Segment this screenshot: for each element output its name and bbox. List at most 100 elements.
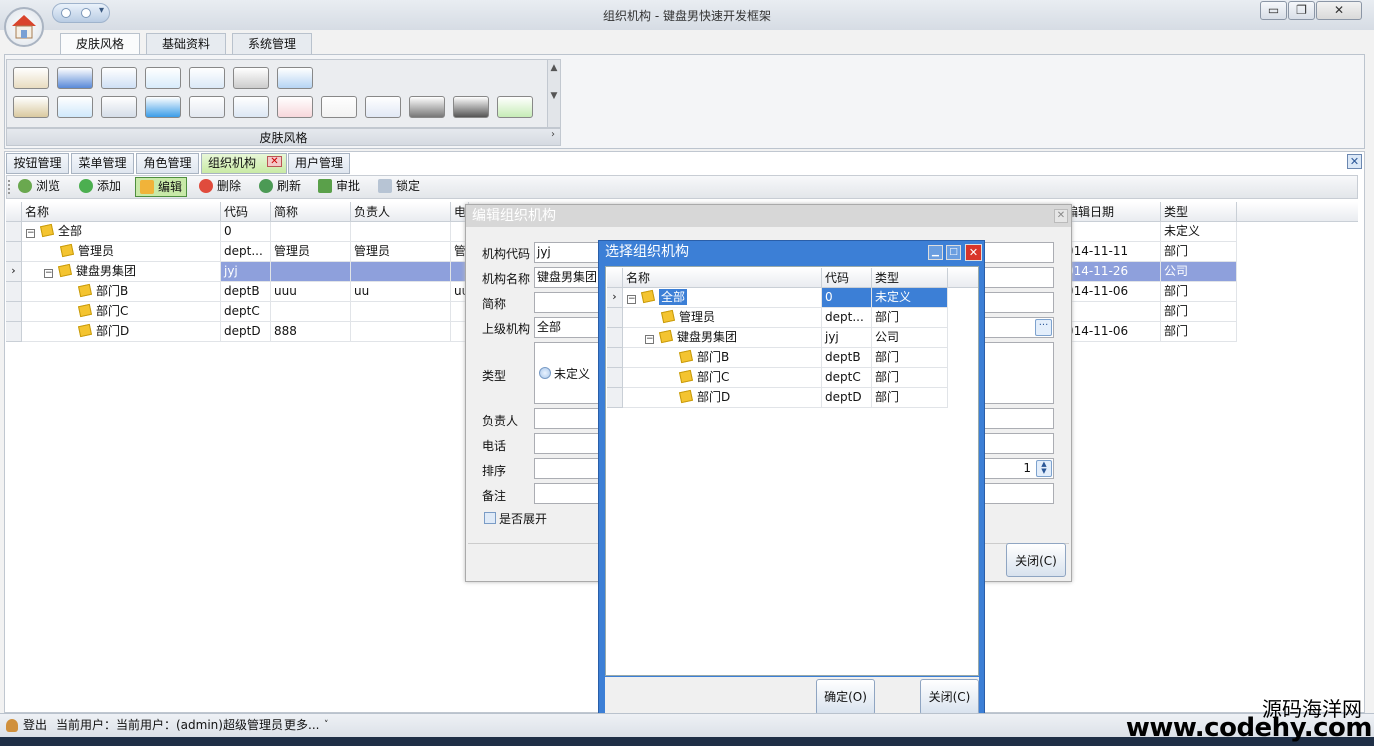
select-dialog-close-button[interactable]: 关闭(C)	[920, 679, 979, 715]
quick-undo-icon[interactable]	[81, 8, 91, 18]
row-indicator[interactable]	[6, 222, 22, 242]
skin-swatch[interactable]	[365, 96, 401, 118]
delete-button[interactable]: 删除	[195, 177, 251, 197]
skin-swatch[interactable]	[189, 96, 225, 118]
table-row-name[interactable]: − 全部	[22, 222, 221, 242]
select-dialog-close-icon[interactable]: ✕	[965, 244, 982, 261]
scroll-down-icon[interactable]: ▼	[548, 91, 560, 101]
table-row-name[interactable]: 管理员	[22, 242, 221, 262]
tab-menu-management[interactable]: 菜单管理	[71, 153, 134, 174]
quick-access-toolbar[interactable]: ▾	[52, 3, 110, 23]
skin-swatch[interactable]	[409, 96, 445, 118]
select-row-name[interactable]: 部门B	[623, 348, 822, 368]
skin-swatch[interactable]	[233, 67, 269, 89]
col-header-owner[interactable]: 负责人	[351, 202, 451, 222]
skin-swatch[interactable]	[189, 67, 225, 89]
ribbon-tab-basic-data[interactable]: 基础资料	[146, 33, 226, 54]
col-header-code[interactable]: 代码	[221, 202, 271, 222]
select-col-header-type[interactable]: 类型	[872, 268, 948, 288]
skin-swatch[interactable]	[13, 67, 49, 89]
tab-button-management[interactable]: 按钮管理	[6, 153, 69, 174]
tree-collapse-icon[interactable]: −	[26, 229, 35, 238]
close-document-icon[interactable]: ✕	[1347, 154, 1362, 169]
select-col-header-name[interactable]: 名称	[623, 268, 822, 288]
row-indicator[interactable]	[6, 282, 22, 302]
select-row-indicator[interactable]	[607, 348, 623, 368]
col-header-edit-date[interactable]: 编辑日期	[1066, 202, 1161, 222]
restore-button[interactable]: ❐	[1288, 1, 1315, 20]
table-row-name[interactable]: 部门B	[22, 282, 221, 302]
chevron-down-icon[interactable]: ▾	[99, 5, 104, 16]
select-row-name[interactable]: − 键盘男集团	[623, 328, 822, 348]
more-chevron-icon[interactable]: ˅	[324, 714, 329, 737]
skin-swatch[interactable]	[497, 96, 533, 118]
select-row-indicator[interactable]	[607, 308, 623, 328]
select-row-indicator[interactable]	[607, 388, 623, 408]
col-header-short[interactable]: 简称	[271, 202, 351, 222]
skin-swatch[interactable]	[57, 67, 93, 89]
gallery-scroll[interactable]: ▲ ▼	[547, 59, 561, 128]
tree-collapse-icon[interactable]: −	[645, 335, 654, 344]
skin-swatch[interactable]	[57, 96, 93, 118]
select-dialog-minimize-icon[interactable]: ▁	[928, 245, 943, 260]
tab-role-management[interactable]: 角色管理	[136, 153, 199, 174]
skin-swatch[interactable]	[145, 96, 181, 118]
parent-org-picker-button[interactable]: ···	[1035, 319, 1052, 336]
skin-swatch[interactable]	[453, 96, 489, 118]
select-row-name[interactable]: − 全部	[623, 288, 822, 308]
table-row-name[interactable]: 部门C	[22, 302, 221, 322]
grid-cell-type: 公司	[1161, 262, 1237, 282]
group-expand-icon[interactable]: ›	[551, 129, 555, 140]
tree-collapse-icon[interactable]: −	[44, 269, 53, 278]
col-header-type[interactable]: 类型	[1161, 202, 1237, 222]
title-bar: 组织机构 - 键盘男快速开发框架	[0, 0, 1374, 30]
approve-button[interactable]: 审批	[314, 177, 370, 197]
close-tab-icon[interactable]: ✕	[267, 156, 282, 167]
ok-button[interactable]: 确定(O)	[816, 679, 875, 715]
row-indicator[interactable]	[6, 322, 22, 342]
lock-button[interactable]: 锁定	[374, 177, 430, 197]
sort-spinner[interactable]: ▲ ▼	[1036, 460, 1052, 477]
select-row-name[interactable]: 管理员	[623, 308, 822, 328]
select-dialog-maximize-icon[interactable]: □	[946, 245, 961, 260]
skin-swatch[interactable]	[101, 67, 137, 89]
select-row-name[interactable]: 部门C	[623, 368, 822, 388]
skin-swatch[interactable]	[321, 96, 357, 118]
skin-swatch[interactable]	[277, 96, 313, 118]
ribbon-tab-skin[interactable]: 皮肤风格	[60, 33, 140, 55]
edit-dialog-close-icon[interactable]: ✕	[1054, 209, 1068, 223]
logout-link[interactable]: 登出	[23, 714, 47, 737]
expand-checkbox[interactable]	[484, 512, 496, 524]
select-row-indicator[interactable]: ›	[607, 288, 623, 308]
refresh-button[interactable]: 刷新	[255, 177, 311, 197]
add-button[interactable]: 添加	[75, 177, 131, 197]
tab-user-management[interactable]: 用户管理	[288, 153, 350, 174]
select-row-name[interactable]: 部门D	[623, 388, 822, 408]
skin-swatch[interactable]	[13, 96, 49, 118]
browse-button[interactable]: 浏览	[14, 177, 70, 197]
more-menu[interactable]: 更多...	[284, 714, 319, 737]
select-col-header-code[interactable]: 代码	[822, 268, 872, 288]
skin-swatch[interactable]	[101, 96, 137, 118]
edit-button[interactable]: 编辑	[135, 177, 187, 197]
edit-dialog-close-button[interactable]: 关闭(C)	[1006, 543, 1066, 577]
skin-swatch[interactable]	[145, 67, 181, 89]
row-indicator[interactable]: ›	[6, 262, 22, 282]
tree-collapse-icon[interactable]: −	[627, 295, 636, 304]
row-indicator[interactable]	[6, 302, 22, 322]
ribbon-tab-system[interactable]: 系统管理	[232, 33, 312, 54]
skin-swatch[interactable]	[277, 67, 313, 89]
close-window-button[interactable]: ✕	[1316, 1, 1362, 20]
table-row-name[interactable]: − 键盘男集团	[22, 262, 221, 282]
row-indicator[interactable]	[6, 242, 22, 262]
quick-save-icon[interactable]	[61, 8, 71, 18]
skin-swatch[interactable]	[233, 96, 269, 118]
col-header-name[interactable]: 名称	[22, 202, 221, 222]
select-row-indicator[interactable]	[607, 368, 623, 388]
table-row-name[interactable]: 部门D	[22, 322, 221, 342]
type-undefined-radio[interactable]	[539, 367, 551, 379]
app-home-icon[interactable]	[4, 7, 44, 47]
scroll-up-icon[interactable]: ▲	[548, 63, 560, 73]
select-row-indicator[interactable]	[607, 328, 623, 348]
minimize-button[interactable]: ▭	[1260, 1, 1287, 20]
